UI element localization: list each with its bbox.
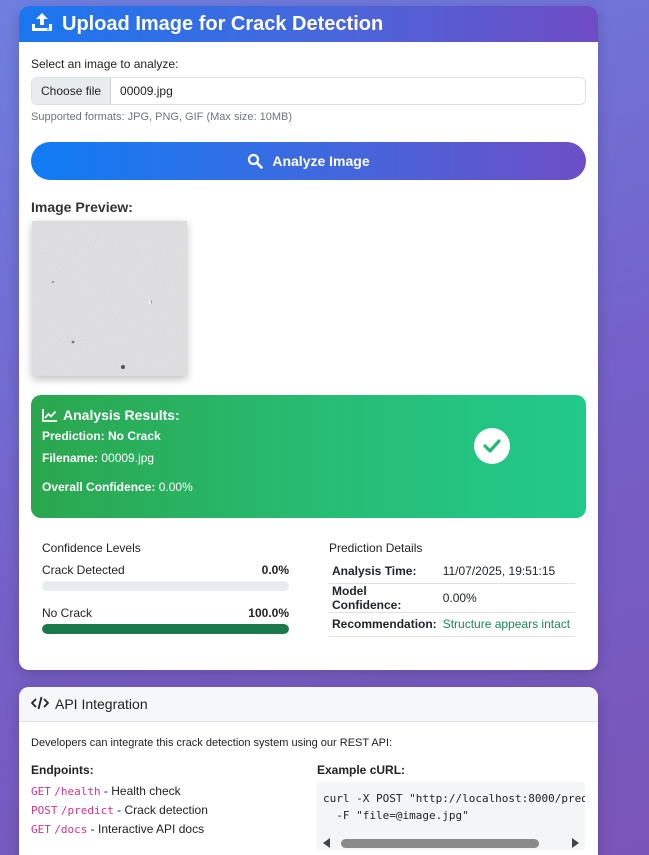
curl-example-title: Example cURL: xyxy=(317,763,406,777)
scroll-thumb[interactable] xyxy=(341,839,539,848)
endpoint-item: POST /predict - Crack detection xyxy=(31,803,208,817)
analyze-button-label: Analyze Image xyxy=(272,153,370,169)
confidence-bar-fill-no-crack xyxy=(42,624,289,634)
horizontal-scrollbar[interactable] xyxy=(317,836,585,850)
prediction-line: Prediction: No Crack xyxy=(42,429,161,443)
endpoint-item: GET /health - Health check xyxy=(31,784,181,798)
confidence-row-crack: Crack Detected 0.0% xyxy=(42,563,289,577)
confidence-row-no-crack: No Crack 100.0% xyxy=(42,606,289,620)
table-row: Analysis Time: 11/07/2025, 19:51:15 xyxy=(329,559,575,584)
selected-file-name: 00009.jpg xyxy=(120,84,173,98)
detail-value: 0.00% xyxy=(439,583,575,613)
upload-card: Upload Image for Crack Detection Select … xyxy=(19,6,598,670)
check-icon xyxy=(474,428,510,464)
endpoints-title: Endpoints: xyxy=(31,763,94,777)
choose-file-button[interactable]: Choose file xyxy=(32,78,112,104)
prediction-details-title: Prediction Details xyxy=(329,541,423,555)
scroll-left-icon[interactable] xyxy=(323,838,331,848)
confidence-bar-crack xyxy=(42,581,289,591)
image-preview-title: Image Preview: xyxy=(31,199,133,215)
table-row: Recommendation: Structure appears intact xyxy=(329,612,575,637)
analysis-results-panel: Analysis Results: Prediction: No Crack F… xyxy=(31,395,586,518)
endpoint-item: GET /docs - Interactive API docs xyxy=(31,822,205,836)
line-chart-icon xyxy=(42,408,57,422)
detail-key: Model Confidence: xyxy=(329,583,440,613)
curl-line: -F "file=@image.jpg" xyxy=(323,809,469,822)
recommendation-value: Structure appears intact xyxy=(439,612,575,637)
analyze-image-button[interactable]: Analyze Image xyxy=(31,142,586,180)
confidence-levels-title: Confidence Levels xyxy=(42,541,141,555)
detail-value: 11/07/2025, 19:51:15 xyxy=(439,559,575,584)
confidence-bar-no-crack xyxy=(42,624,289,634)
detail-key: Recommendation: xyxy=(329,612,440,637)
file-input[interactable]: Choose file 00009.jpg xyxy=(31,77,586,105)
filename-line: Filename: 00009.jpg xyxy=(42,451,155,465)
image-preview xyxy=(32,221,187,376)
curl-code-block: curl -X POST "http://localhost:8000/pred… xyxy=(317,782,585,850)
code-icon xyxy=(30,696,50,713)
api-title: API Integration xyxy=(55,696,148,712)
prediction-details-table: Analysis Time: 11/07/2025, 19:51:15 Mode… xyxy=(329,559,575,637)
upload-title: Upload Image for Crack Detection xyxy=(62,12,384,35)
table-row: Model Confidence: 0.00% xyxy=(329,583,575,613)
select-image-label: Select an image to analyze: xyxy=(31,57,179,71)
api-integration-card: API Integration Developers can integrate… xyxy=(19,687,598,855)
search-icon xyxy=(248,153,264,169)
overall-confidence-line: Overall Confidence: 0.00% xyxy=(42,480,193,494)
api-header: API Integration xyxy=(19,687,598,722)
detail-key: Analysis Time: xyxy=(329,559,440,584)
upload-header: Upload Image for Crack Detection xyxy=(19,6,598,42)
scroll-right-icon[interactable] xyxy=(571,838,579,848)
curl-line: curl -X POST "http://localhost:8000/pred… xyxy=(323,792,585,805)
supported-formats-hint: Supported formats: JPG, PNG, GIF (Max si… xyxy=(31,111,293,123)
upload-icon xyxy=(31,12,53,37)
api-description: Developers can integrate this crack dete… xyxy=(31,737,393,749)
analysis-results-title: Analysis Results: xyxy=(42,407,180,423)
